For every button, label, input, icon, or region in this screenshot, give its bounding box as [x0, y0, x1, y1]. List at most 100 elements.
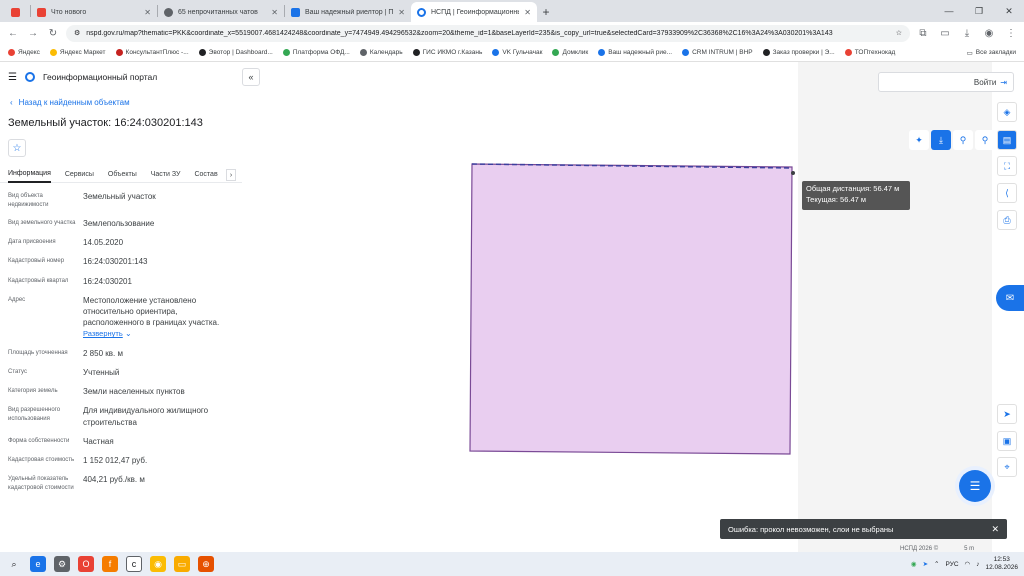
extensions-icon[interactable]: ⧉ [916, 26, 930, 40]
star-icon: ☆ [12, 142, 22, 154]
close-tab-icon[interactable]: ✕ [144, 8, 151, 17]
bookmark-icon [492, 49, 500, 56]
download-icon[interactable]: ⤓ [960, 26, 974, 40]
site-info-icon[interactable]: ⚙ [74, 29, 80, 37]
close-tab-icon[interactable]: ✕ [271, 8, 278, 17]
bookmark-item[interactable]: ТОПтехнокад [844, 49, 895, 56]
back-arrow-icon[interactable]: ← [6, 26, 20, 40]
address-bar[interactable]: ⚙ nspd.gov.ru/map?thematic=PKK&coordinat… [66, 24, 910, 42]
expand-address-link[interactable]: Развернуть ⌄ [83, 328, 234, 340]
profile-icon[interactable]: ◉ [982, 26, 996, 40]
print-icon[interactable]: ⎙ [997, 210, 1017, 230]
property-row: Вид объекта недвижимости Земельный участо… [8, 192, 156, 208]
bookmark-item[interactable]: Ваш надежный рие... [598, 49, 672, 56]
favorite-button[interactable]: ☆ [8, 139, 26, 157]
property-row: Кадастровый номер 16:24:030201:143 [8, 257, 148, 267]
close-toast-icon[interactable]: ✕ [991, 524, 999, 535]
bookmark-item[interactable]: Платформа ОФД... [282, 49, 350, 56]
forward-arrow-icon[interactable]: → [26, 26, 40, 40]
bookmark-star-icon[interactable]: ☆ [896, 29, 902, 37]
clock[interactable]: 12:53 12.08.2026 [985, 556, 1018, 572]
whatsapp-icon[interactable]: ◉ [911, 560, 917, 568]
bookmark-item[interactable]: ГИС ИКМО г.Казань [412, 49, 482, 56]
property-row: Категория земель Земли населенных пунктов [8, 387, 185, 397]
tab-parts[interactable]: Части ЗУ [151, 167, 181, 183]
all-bookmarks[interactable]: ▭ Все закладки [967, 49, 1016, 57]
measure-download-button[interactable]: ⤓ [931, 130, 951, 150]
bookmark-item[interactable]: КонсультантПлюс -... [115, 49, 189, 56]
share-icon[interactable]: ⟨ [997, 183, 1017, 203]
browser-tab-3[interactable]: Ваш надежный риелтор | Про ✕ [285, 2, 411, 22]
bookmark-item[interactable]: VK Гульчачак [492, 49, 542, 56]
bookmark-item[interactable]: Домклик [552, 49, 588, 56]
chevron-down-icon: ⌄ [125, 329, 132, 339]
back-to-results-link[interactable]: ‹ Назад к найденным объектам [10, 98, 232, 107]
menu-dots-icon[interactable]: ⋮ [1004, 26, 1018, 40]
close-tab-icon[interactable]: ✕ [524, 8, 531, 17]
tray-chevron-icon[interactable]: ⌃ [934, 560, 939, 568]
selection-icon[interactable]: ⛶ [997, 156, 1017, 176]
locate-icon[interactable]: ➤ [997, 404, 1017, 424]
chevron-left-icon: ‹ [10, 98, 13, 107]
input-language[interactable]: РУС [946, 561, 959, 568]
measure-area-button[interactable]: ⚲ [975, 130, 995, 150]
app-icon[interactable]: c [126, 556, 142, 572]
bookmark-item[interactable]: Яндекс [8, 49, 40, 56]
nspd-icon [417, 7, 426, 17]
close-window-icon[interactable]: ✕ [994, 0, 1024, 22]
properties-list: Вид объекта недвижимости Земельный участо… [0, 191, 242, 493]
settings-icon[interactable]: ⚙ [54, 556, 70, 572]
collapse-panel-button[interactable]: « [242, 68, 260, 86]
bookmark-icon [682, 49, 690, 56]
property-row: Статус Учтенный [8, 368, 120, 377]
tab-info[interactable]: Информация [8, 167, 51, 183]
telegram-icon[interactable]: ➤ [923, 560, 928, 568]
browser-tab-4[interactable]: НСПД | Геоинформационный ✕ [411, 2, 537, 22]
close-tab-icon[interactable]: ✕ [398, 8, 405, 17]
minimap-icon[interactable]: ▣ [997, 431, 1017, 451]
folder-icon[interactable]: ▭ [174, 556, 190, 572]
info-tabs: Информация Сервисы Объекты Части ЗУ Сост… [0, 167, 242, 183]
antivirus-icon[interactable]: ⊕ [198, 556, 214, 572]
error-toast: Ошибка: прокол невозможен, слои не выбра… [720, 519, 1007, 539]
bookmark-item[interactable]: Эвотор | Dashboard... [198, 49, 273, 56]
parcel-polygon[interactable] [469, 163, 793, 455]
new-tab-button[interactable]: + [537, 2, 555, 22]
login-button[interactable]: Войти ⇥ [878, 72, 1014, 92]
volume-icon[interactable]: ♪ [976, 561, 979, 568]
reload-icon[interactable]: ↻ [46, 26, 60, 40]
tab-services[interactable]: Сервисы [65, 167, 94, 183]
tab-objects[interactable]: Объекты [108, 167, 137, 183]
split-view-icon[interactable]: ▭ [938, 26, 952, 40]
wifi-icon[interactable]: ◠ [965, 560, 971, 568]
browser-tab-1[interactable]: Что нового ✕ [31, 2, 157, 22]
support-chat-button[interactable]: ☰ [959, 470, 991, 502]
bookmark-icon [359, 49, 367, 56]
maximize-icon[interactable]: ❐ [964, 0, 994, 22]
search-icon[interactable]: ⌕ [6, 556, 22, 572]
bookmark-item[interactable]: Календарь [359, 49, 403, 56]
bookmark-icon [115, 49, 123, 56]
menu-icon[interactable]: ☰ [8, 72, 17, 83]
chrome-icon[interactable]: ◉ [150, 556, 166, 572]
bookmark-icon [8, 49, 15, 56]
measure-point[interactable] [791, 171, 795, 175]
bookmark-item[interactable]: CRM INTRUM | ВНР [682, 49, 753, 56]
system-tray: ◉ ➤ ⌃ РУС ◠ ♪ 12:53 12.08.2026 [911, 556, 1018, 572]
geo-search-icon[interactable]: ⌖ [997, 457, 1017, 477]
layers-icon[interactable]: ◈ [997, 102, 1017, 122]
browser-tab-2[interactable]: 65 непрочитанных чатов ✕ [158, 2, 284, 22]
bookmark-item[interactable]: Заказ проверки | Э... [762, 49, 835, 56]
tab-composition[interactable]: Состав [194, 167, 217, 183]
opera-icon[interactable]: O [78, 556, 94, 572]
measure-distance-button[interactable]: ⚲ [953, 130, 973, 150]
chat-float-icon[interactable]: ✉ [996, 285, 1024, 311]
edge-icon[interactable]: e [30, 556, 46, 572]
firefox-icon[interactable]: f [102, 556, 118, 572]
bookmark-item[interactable]: Яндекс Маркет [49, 49, 106, 56]
snap-point-button[interactable]: ✦ [909, 130, 929, 150]
browser-tab[interactable] [0, 2, 30, 22]
minimize-icon[interactable]: — [934, 0, 964, 22]
chevron-right-icon[interactable]: › [226, 169, 236, 181]
measure-tools-icon[interactable]: ▤ [997, 130, 1017, 150]
